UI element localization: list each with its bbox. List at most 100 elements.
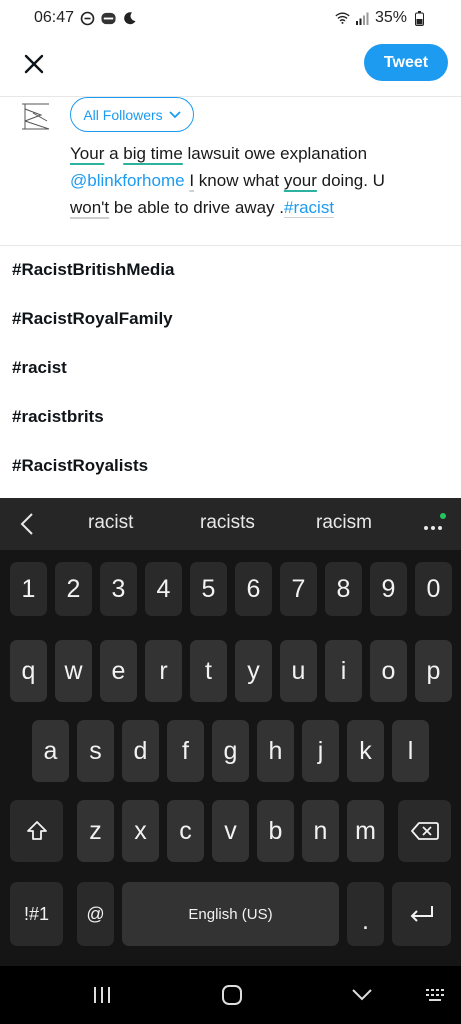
top-divider <box>0 96 461 97</box>
suggestion-item[interactable]: #RacistBritishMedia <box>0 246 461 295</box>
suggestion-item[interactable]: #RacistRoyalists <box>0 441 461 490</box>
status-left: 06:47 <box>34 9 137 27</box>
hashtag-suggestions: #RacistBritishMedia #RacistRoyalFamily #… <box>0 246 461 490</box>
key-z[interactable]: z <box>77 800 114 862</box>
chevron-down-icon <box>352 989 372 1001</box>
text-segment: know what <box>194 171 284 190</box>
shift-key[interactable] <box>10 800 63 862</box>
key-1[interactable]: 1 <box>10 562 47 616</box>
key-2[interactable]: 2 <box>55 562 92 616</box>
key-3[interactable]: 3 <box>100 562 137 616</box>
key-r[interactable]: r <box>145 640 182 702</box>
space-key[interactable]: English (US) <box>122 882 339 946</box>
wifi-icon <box>335 11 350 26</box>
news-app-icon <box>101 11 116 26</box>
enter-icon <box>410 906 433 922</box>
prediction-item[interactable]: racists <box>200 512 255 534</box>
home-icon <box>222 985 242 1005</box>
compose-top-bar: Tweet <box>0 36 461 96</box>
key-w[interactable]: w <box>55 640 92 702</box>
system-nav-bar <box>0 966 461 1024</box>
text-word: won't <box>70 198 110 217</box>
key-v[interactable]: v <box>212 800 249 862</box>
suggestion-item[interactable]: #racist <box>0 344 461 393</box>
key-n[interactable]: n <box>302 800 339 862</box>
key-8[interactable]: 8 <box>325 562 362 616</box>
chevron-down-icon <box>169 110 181 118</box>
key-a[interactable]: a <box>32 720 69 782</box>
keyboard-back-button[interactable] <box>14 510 40 538</box>
key-d[interactable]: d <box>122 720 159 782</box>
status-right: 35% <box>335 9 427 27</box>
hashtag-link[interactable]: #racist <box>284 198 334 217</box>
text-segment: lawsuit owe explanation <box>182 144 368 163</box>
chevron-left-icon <box>20 513 33 535</box>
more-dots-icon <box>424 513 446 530</box>
close-icon <box>24 54 44 74</box>
key-g[interactable]: g <box>212 720 249 782</box>
home-button[interactable] <box>216 980 248 1010</box>
key-y[interactable]: y <box>235 640 272 702</box>
text-segment: be able to drive away . <box>109 198 284 217</box>
do-not-disturb-icon <box>80 11 95 26</box>
keyboard-icon <box>426 989 444 1001</box>
key-k[interactable]: k <box>347 720 384 782</box>
key-7[interactable]: 7 <box>280 562 317 616</box>
shift-icon <box>26 821 47 840</box>
mention-link[interactable]: @blinkforhome <box>70 171 185 190</box>
key-c[interactable]: c <box>167 800 204 862</box>
enter-key[interactable] <box>392 882 451 946</box>
signal-icon <box>355 11 370 26</box>
hide-keyboard-button[interactable] <box>346 980 378 1010</box>
prediction-item[interactable]: racism <box>316 512 372 534</box>
text-word: big time <box>123 144 183 163</box>
moon-icon <box>122 11 137 26</box>
key-o[interactable]: o <box>370 640 407 702</box>
prediction-item[interactable]: racist <box>88 512 133 534</box>
text-word: your <box>283 171 317 190</box>
key-x[interactable]: x <box>122 800 159 862</box>
keyboard-toolbar: racist racists racism <box>0 498 461 550</box>
avatar[interactable] <box>19 101 53 135</box>
suggestion-item[interactable]: #RacistRoyalFamily <box>0 295 461 344</box>
key-p[interactable]: p <box>415 640 452 702</box>
recent-apps-button[interactable] <box>86 980 118 1010</box>
text-word: Your <box>70 144 105 163</box>
key-4[interactable]: 4 <box>145 562 182 616</box>
battery-percent: 35% <box>374 9 407 26</box>
backspace-key[interactable] <box>398 800 451 862</box>
tweet-button[interactable]: Tweet <box>364 44 448 81</box>
key-b[interactable]: b <box>257 800 294 862</box>
key-l[interactable]: l <box>392 720 429 782</box>
at-key[interactable]: @ <box>77 882 114 946</box>
key-q[interactable]: q <box>10 640 47 702</box>
key-9[interactable]: 9 <box>370 562 407 616</box>
key-0[interactable]: 0 <box>415 562 452 616</box>
text-segment: doing. U <box>316 171 385 190</box>
keyboard-switch-button[interactable] <box>420 980 452 1010</box>
key-e[interactable]: e <box>100 640 137 702</box>
audience-label: All Followers <box>83 106 163 123</box>
keyboard-more-button[interactable] <box>420 512 448 536</box>
key-5[interactable]: 5 <box>190 562 227 616</box>
key-f[interactable]: f <box>167 720 204 782</box>
keyboard: racist racists racism 1 2 3 4 5 6 7 8 9 … <box>0 498 461 1024</box>
audience-selector[interactable]: All Followers <box>70 97 194 132</box>
backspace-icon <box>410 822 439 840</box>
key-h[interactable]: h <box>257 720 294 782</box>
key-m[interactable]: m <box>347 800 384 862</box>
key-j[interactable]: j <box>302 720 339 782</box>
suggestion-item[interactable]: #racistbrits <box>0 392 461 441</box>
status-bar: 06:47 35% <box>0 0 461 36</box>
key-t[interactable]: t <box>190 640 227 702</box>
key-6[interactable]: 6 <box>235 562 272 616</box>
period-key[interactable]: . <box>347 882 384 946</box>
close-button[interactable] <box>20 50 48 78</box>
key-s[interactable]: s <box>77 720 114 782</box>
text-segment: a <box>104 144 124 163</box>
key-u[interactable]: u <box>280 640 317 702</box>
tweet-text-input[interactable]: Your a big time lawsuit owe explanation … <box>70 140 430 221</box>
key-i[interactable]: i <box>325 640 362 702</box>
recent-apps-icon <box>94 987 110 1003</box>
symbols-key[interactable]: !#1 <box>10 882 63 946</box>
